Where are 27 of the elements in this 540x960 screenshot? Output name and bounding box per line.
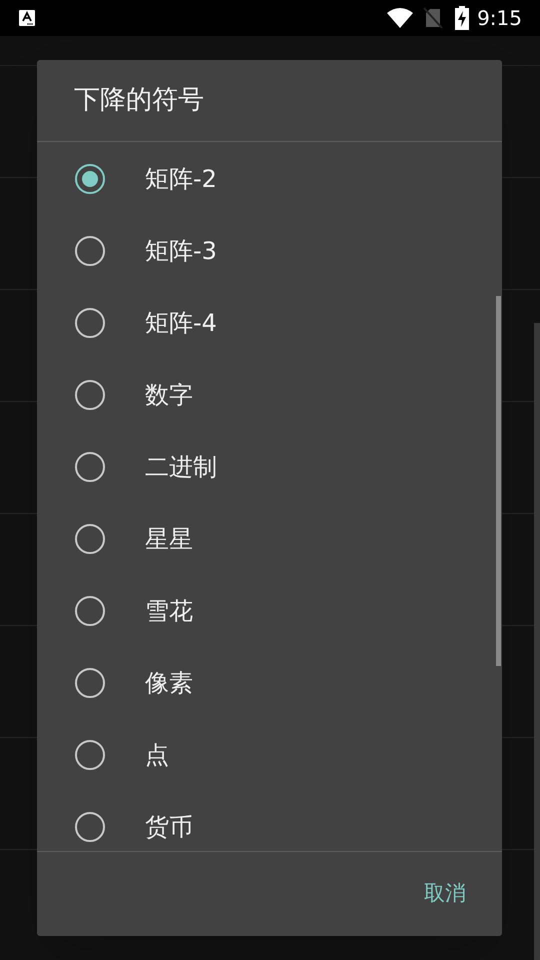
dialog-title: 下降的符号 xyxy=(73,84,205,117)
radio-option[interactable]: 数字 xyxy=(37,359,502,431)
cancel-button[interactable]: 取消 xyxy=(416,870,474,918)
battery-charging-icon xyxy=(455,6,470,30)
radio-option[interactable]: 矩阵-4 xyxy=(37,287,502,359)
radio-option[interactable]: 矩阵-2 xyxy=(37,143,502,215)
radio-button[interactable] xyxy=(75,524,105,554)
no-sim-icon xyxy=(423,7,444,29)
radio-option[interactable]: 点 xyxy=(37,719,502,791)
radio-button[interactable] xyxy=(75,596,105,626)
radio-option[interactable]: 像素 xyxy=(37,647,502,719)
radio-button[interactable] xyxy=(75,740,105,770)
radio-button[interactable] xyxy=(75,452,105,482)
radio-option[interactable]: 雪花 xyxy=(37,575,502,647)
radio-option[interactable]: 矩阵-3 xyxy=(37,215,502,287)
radio-button[interactable] xyxy=(75,380,105,410)
radio-option[interactable]: 星星 xyxy=(37,503,502,575)
radio-option[interactable]: 货币 xyxy=(37,791,502,851)
radio-button[interactable] xyxy=(75,668,105,698)
radio-button[interactable] xyxy=(75,308,105,338)
radio-option[interactable]: 二进制 xyxy=(37,431,502,503)
radio-button[interactable] xyxy=(75,812,105,842)
app-notification-icon xyxy=(18,9,36,27)
radio-button[interactable] xyxy=(75,236,105,266)
status-time: 9:15 xyxy=(477,5,522,32)
radio-button[interactable] xyxy=(75,164,105,194)
wifi-icon xyxy=(387,8,414,28)
